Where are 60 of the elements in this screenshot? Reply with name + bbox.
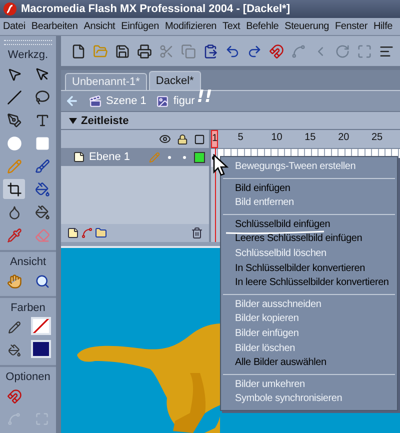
timeline-header[interactable]: Zeitleiste [61,111,400,129]
menu-item[interactable]: Alle Bilder auswählen [221,356,397,371]
eye-icon[interactable] [159,133,171,145]
frame-number: 15 [304,132,316,143]
panel-title: Optionen [6,371,50,383]
menu-item[interactable]: Bearbeiten [31,21,78,32]
window-title: Macromedia Flash MX Professional 2004 - [Dackel*] [21,3,290,15]
panel-title: Ansicht [10,256,46,268]
lock-icon[interactable] [177,134,188,144]
frame-number: 1 [212,133,218,144]
menu-item[interactable]: Fenster [334,21,368,32]
stroke-color-swatch[interactable] [31,317,51,335]
add-folder-icon[interactable] [95,227,107,239]
print-icon[interactable] [137,44,152,58]
magnet-icon[interactable] [269,44,284,58]
panel-title: Farben [10,302,46,314]
undo-icon[interactable] [225,44,240,58]
current-frame-marker[interactable]: 1 [211,130,218,148]
pointer-cursor-icon [213,154,231,176]
clapperboard-icon [89,94,102,108]
frame-number: 5 [238,132,244,143]
new-icon[interactable] [71,44,86,58]
layer-row[interactable]: Ebene 1 [61,148,209,166]
menu-item[interactable]: Schlüsselbild einfügen [221,218,397,232]
frame-number: 25 [372,132,383,143]
document-tab[interactable]: Dackel* [148,71,201,90]
align-icon[interactable] [379,44,394,58]
frame-number: 20 [338,132,350,143]
menu-item[interactable]: Befehle [246,21,279,32]
menu-item[interactable]: Leeres Schlüsselbild einfügen [221,232,397,247]
trash-icon[interactable] [191,227,203,239]
menu-item[interactable]: In leere Schlüsselbilder konvertieren [221,276,397,291]
panel-title: Werkzg. [8,49,48,61]
add-layer-icon[interactable] [67,227,79,239]
handwritten-annotation: !! [196,87,212,107]
paste-icon[interactable] [203,44,218,58]
frame-number: 10 [271,132,282,143]
menu-item[interactable]: Einfügen [121,21,160,32]
fill-color-swatch[interactable] [31,340,51,358]
app-logo-icon [3,2,17,16]
layer-icon [73,151,85,163]
menu-item[interactable]: Hilfe [374,21,393,32]
menu-item[interactable]: Steuerung [284,21,329,32]
lock-dot[interactable] [183,156,186,158]
outline-icon[interactable] [194,134,205,144]
layer-color-swatch[interactable] [194,152,205,162]
menu-item[interactable]: Bild einfügen [221,182,397,196]
menu-item[interactable]: Modifizieren [165,21,217,32]
layer-name: Ebene 1 [89,151,131,163]
picture-icon [156,94,170,108]
menu-item[interactable]: Text [222,21,240,32]
pencil-icon [149,152,160,162]
panel-grip[interactable] [4,40,52,45]
menu-item[interactable]: Datei [3,21,26,32]
visibility-dot[interactable] [168,156,171,158]
menu-item[interactable]: Ansicht [84,21,116,32]
redo-icon[interactable] [247,44,262,58]
menu-item[interactable]: In Schlüsselbilder konvertieren [221,262,397,276]
tool-button[interactable] [3,179,25,199]
save-icon[interactable] [115,44,130,58]
